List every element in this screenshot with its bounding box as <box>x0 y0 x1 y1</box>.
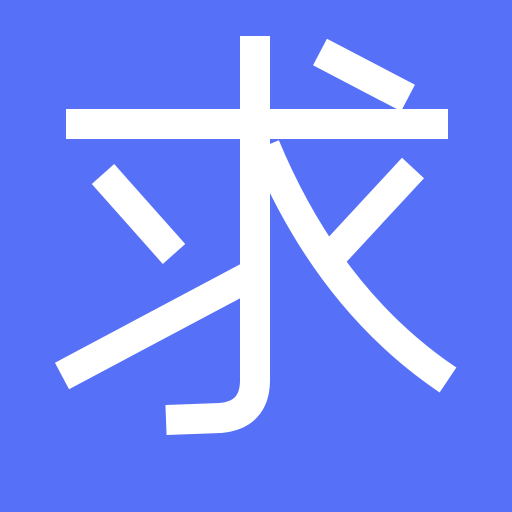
glyph-character-icon <box>0 0 512 512</box>
app-icon-tile: 求 <box>0 0 512 512</box>
